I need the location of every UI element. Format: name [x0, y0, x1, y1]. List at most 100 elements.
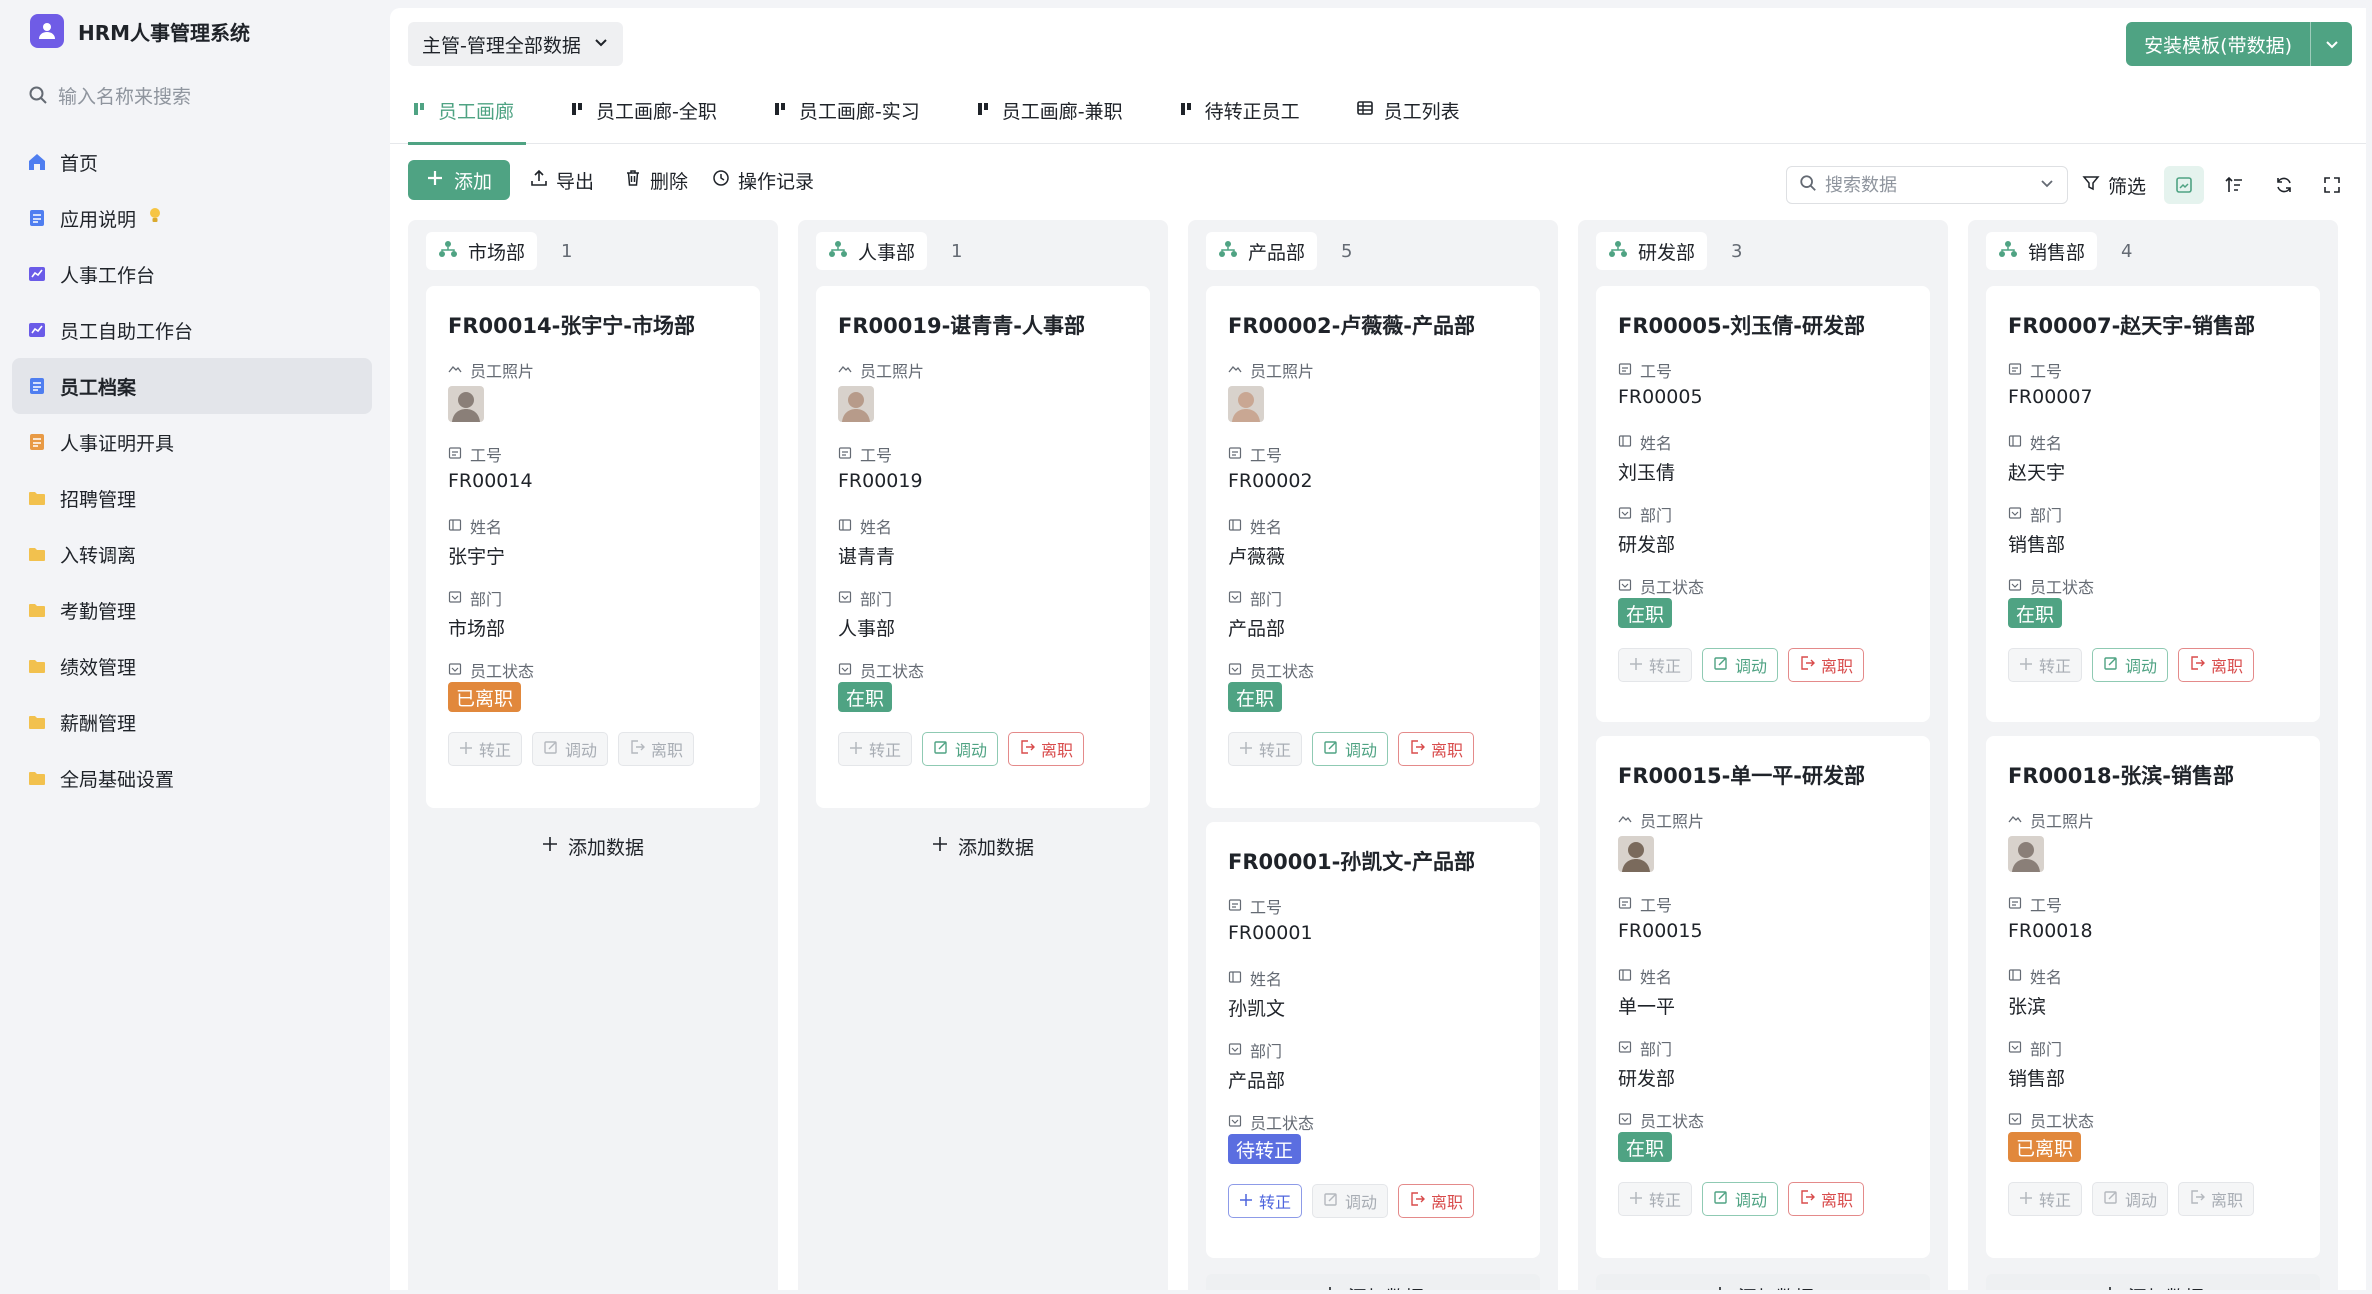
add-data-button[interactable]: 添加数据 — [816, 824, 1150, 868]
promote-button[interactable]: 转正 — [838, 732, 913, 766]
promote-button[interactable]: 转正 — [1228, 1184, 1303, 1218]
transfer-button[interactable]: 调动 — [1702, 1182, 1779, 1216]
field-label-text: 工号 — [1640, 362, 1673, 381]
fullscreen-icon[interactable] — [2312, 166, 2352, 204]
data-search[interactable] — [1786, 166, 2068, 204]
sidebar-item-1[interactable]: 应用说明 — [12, 190, 372, 246]
employee-card[interactable]: FR00002-卢薇薇-产品部 员工照片 工号 FR00002 姓名 卢薇薇 部门 产品部 员工… — [1206, 286, 1540, 808]
edit-icon — [933, 739, 949, 759]
install-template-button[interactable]: 安装模板(带数据) — [2126, 22, 2352, 66]
kanban-column: 产品部 5 FR00002-卢薇薇-产品部 员工照片 工号 FR00002 姓名 卢薇薇 部门产… — [1188, 220, 1558, 1290]
sidebar-item-10[interactable]: 薪酬管理 — [12, 694, 372, 750]
sidebar-item-5[interactable]: 人事证明开具 — [12, 414, 372, 470]
select-icon — [2008, 1039, 2022, 1058]
sidebar-item-11[interactable]: 全局基础设置 — [12, 750, 372, 806]
chevron-down-icon[interactable] — [2039, 175, 2055, 195]
field-label-text: 部门 — [2030, 506, 2063, 525]
photo-icon — [1618, 811, 1632, 830]
tab-2[interactable]: 员工画廊-实习 — [769, 78, 924, 144]
add-data-button[interactable]: 添加数据 — [1986, 1274, 2320, 1290]
add-button[interactable]: 添加 — [408, 160, 511, 200]
add-data-button[interactable]: 添加数据 — [426, 824, 760, 868]
edit-icon — [2103, 1189, 2119, 1209]
add-data-button[interactable]: 添加数据 — [1596, 1274, 1930, 1290]
scope-select[interactable]: 主管-管理全部数据 — [408, 22, 623, 66]
department-tag[interactable]: 市场部 — [426, 232, 538, 270]
leave-button[interactable]: 离职 — [1008, 732, 1085, 766]
plus-icon — [426, 169, 444, 192]
transfer-button[interactable]: 调动 — [532, 732, 609, 766]
leave-button[interactable]: 离职 — [1788, 1182, 1865, 1216]
promote-button[interactable]: 转正 — [448, 732, 523, 766]
field-label-text: 工号 — [470, 446, 503, 465]
department-tag[interactable]: 研发部 — [1596, 232, 1708, 270]
home-icon — [26, 151, 48, 173]
install-template-label[interactable]: 安装模板(带数据) — [2126, 22, 2310, 66]
field-value-dept: 研发部 — [1618, 534, 1676, 556]
field-label-text: 员工状态 — [2030, 1112, 2095, 1131]
sidebar-search-input[interactable] — [58, 86, 348, 108]
employee-card[interactable]: FR00007-赵天宇-销售部 工号 FR00007 姓名 赵天宇 部门 销售部 员工状态 在职… — [1986, 286, 2320, 722]
department-tag[interactable]: 人事部 — [816, 232, 928, 270]
leave-button[interactable]: 离职 — [1398, 1184, 1475, 1218]
employee-card[interactable]: FR00019-谌青青-人事部 员工照片 工号 FR00019 姓名 谌青青 部门 人事部 员工… — [816, 286, 1150, 808]
transfer-button[interactable]: 调动 — [2092, 1182, 2169, 1216]
data-search-input[interactable] — [1825, 174, 2031, 196]
leave-button[interactable]: 离职 — [2178, 648, 2255, 682]
promote-button[interactable]: 转正 — [1618, 648, 1693, 682]
leave-button[interactable]: 离职 — [618, 732, 695, 766]
sidebar-item-label: 人事工作台 — [60, 264, 156, 287]
employee-card[interactable]: FR00015-单一平-研发部 员工照片 工号 FR00015 姓名 单一平 部门 研发部 员工… — [1596, 736, 1930, 1258]
leave-label: 离职 — [1041, 741, 1074, 760]
operation-log-button[interactable]: 操作记录 — [712, 160, 814, 200]
employee-card[interactable]: FR00014-张宇宁-市场部 员工照片 工号 FR00014 姓名 张宇宁 部门 市场部 员工… — [426, 286, 760, 808]
install-dropdown-chevron-icon[interactable] — [2310, 22, 2352, 66]
promote-button[interactable]: 转正 — [1618, 1182, 1693, 1216]
employee-card[interactable]: FR00001-孙凯文-产品部 工号 FR00001 姓名 孙凯文 部门 产品部 员工状态 待转… — [1206, 822, 1540, 1258]
transfer-button[interactable]: 调动 — [1702, 648, 1779, 682]
sidebar-item-8[interactable]: 考勤管理 — [12, 582, 372, 638]
transfer-button[interactable]: 调动 — [922, 732, 999, 766]
transfer-button[interactable]: 调动 — [1312, 732, 1389, 766]
export-button[interactable]: 导出 — [530, 160, 594, 200]
sidebar-item-2[interactable]: 人事工作台 — [12, 246, 372, 302]
gallery-view-icon[interactable] — [2164, 166, 2204, 204]
sidebar-item-3[interactable]: 员工自助工作台 — [12, 302, 372, 358]
sidebar-item-label: 招聘管理 — [60, 488, 137, 511]
sidebar-item-0[interactable]: 首页 — [12, 134, 372, 190]
chart-icon — [26, 263, 48, 285]
leave-button[interactable]: 离职 — [1398, 732, 1475, 766]
exit-icon — [1409, 739, 1426, 759]
promote-button[interactable]: 转正 — [2008, 1182, 2083, 1216]
tab-3[interactable]: 员工画廊-兼职 — [972, 78, 1127, 144]
sidebar-item-4[interactable]: 员工档案 — [12, 358, 372, 414]
tab-5[interactable]: 员工列表 — [1352, 78, 1464, 144]
refresh-icon[interactable] — [2264, 166, 2304, 204]
promote-button[interactable]: 转正 — [2008, 648, 2083, 682]
leave-button[interactable]: 离职 — [2178, 1182, 2255, 1216]
promote-button[interactable]: 转正 — [1228, 732, 1303, 766]
employee-card[interactable]: FR00018-张滨-销售部 员工照片 工号 FR00018 姓名 张滨 部门 销售部 员工状态… — [1986, 736, 2320, 1258]
tab-4[interactable]: 待转正员工 — [1175, 78, 1304, 144]
id-icon — [1618, 895, 1632, 914]
brand[interactable]: HRM人事管理系统 — [30, 14, 250, 48]
tab-1[interactable]: 员工画廊-全职 — [566, 78, 721, 144]
leave-button[interactable]: 离职 — [1788, 648, 1865, 682]
filter-button[interactable]: 筛选 — [2082, 166, 2146, 204]
tab-0[interactable]: 员工画廊 — [408, 78, 527, 145]
department-tag[interactable]: 销售部 — [1986, 232, 2098, 270]
employee-card[interactable]: FR00005-刘玉倩-研发部 工号 FR00005 姓名 刘玉倩 部门 研发部 员工状态 在职… — [1596, 286, 1930, 722]
sidebar-item-9[interactable]: 绩效管理 — [12, 638, 372, 694]
sort-icon[interactable] — [2214, 166, 2254, 204]
transfer-button[interactable]: 调动 — [1312, 1184, 1389, 1218]
sidebar-item-6[interactable]: 招聘管理 — [12, 470, 372, 526]
transfer-button[interactable]: 调动 — [2092, 648, 2169, 682]
sidebar-search[interactable] — [28, 80, 358, 114]
add-data-button[interactable]: 添加数据 — [1206, 1274, 1540, 1290]
department-tag[interactable]: 产品部 — [1206, 232, 1318, 270]
delete-button[interactable]: 删除 — [624, 160, 688, 200]
field-label-status: 员工状态 — [1618, 574, 1704, 598]
sidebar-item-7[interactable]: 入转调离 — [12, 526, 372, 582]
card-title: FR00002-卢薇薇-产品部 — [1228, 314, 1476, 338]
operation-log-label: 操作记录 — [738, 170, 815, 193]
